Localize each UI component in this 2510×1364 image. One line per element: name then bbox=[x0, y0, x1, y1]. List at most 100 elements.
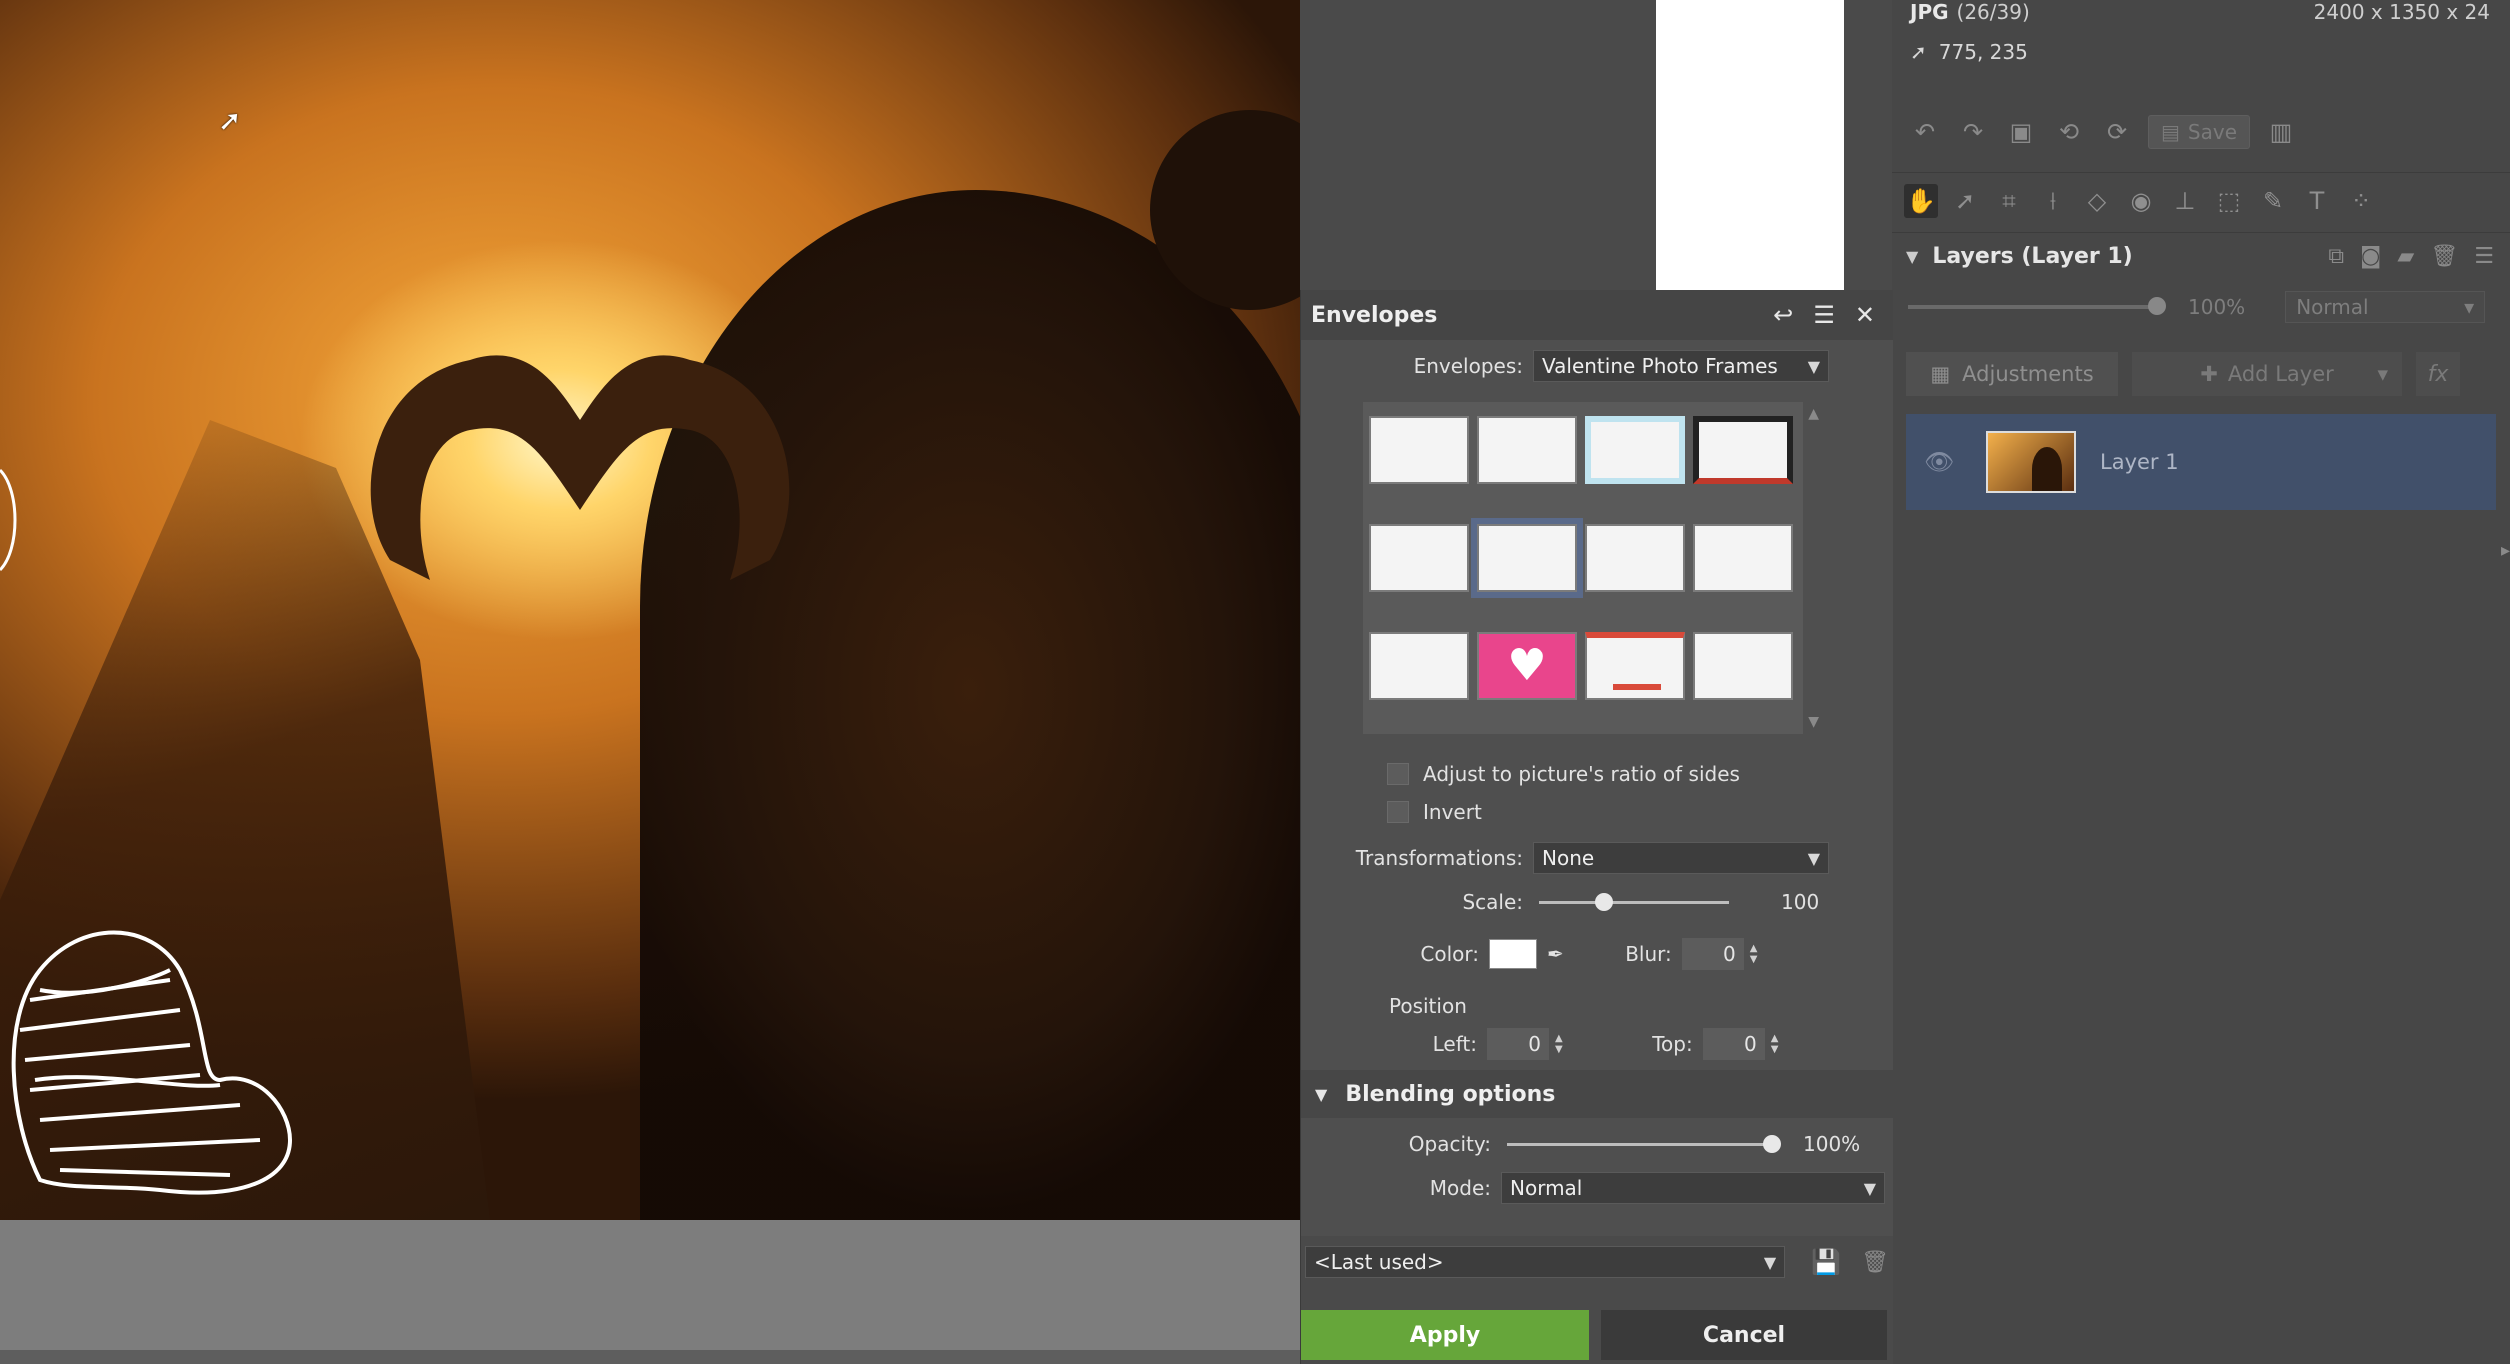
selection-tool-icon[interactable]: ⬚ bbox=[2212, 184, 2246, 218]
heart-icon: ♥ bbox=[1507, 640, 1547, 691]
frame-thumb[interactable] bbox=[1369, 632, 1469, 700]
blur-spinner[interactable]: ▲ ▼ bbox=[1750, 943, 1758, 965]
shape-tool-icon[interactable]: ⁘ bbox=[2344, 184, 2378, 218]
preset-value: <Last used> bbox=[1314, 1250, 1444, 1274]
apply-button[interactable]: Apply bbox=[1301, 1310, 1589, 1360]
layer-mask-icon[interactable]: ◙ bbox=[2360, 244, 2381, 269]
left-input[interactable]: 0 bbox=[1487, 1028, 1549, 1060]
adjust-ratio-row: Adjust to picture's ratio of sides bbox=[1387, 762, 1740, 786]
red-bar bbox=[1613, 684, 1661, 690]
opacity-slider[interactable] bbox=[1507, 1134, 1781, 1153]
layer-opacity-value: 100% bbox=[2188, 295, 2246, 319]
blur-input[interactable]: 0 bbox=[1681, 938, 1744, 970]
blending-options-header[interactable]: ▼ Blending options bbox=[1301, 1070, 1893, 1118]
layer-opacity-slider[interactable] bbox=[1908, 297, 2166, 315]
frame-thumb[interactable] bbox=[1693, 416, 1793, 484]
collapse-triangle-icon[interactable]: ▼ bbox=[1315, 1085, 1327, 1104]
adjust-ratio-checkbox[interactable] bbox=[1387, 763, 1409, 785]
layers-menu-icon[interactable]: ☰ bbox=[2474, 244, 2494, 269]
duplicate-layer-icon[interactable]: ⧉ bbox=[2328, 244, 2344, 269]
dialog-tools: ↩ ☰ ✕ bbox=[1773, 301, 1875, 329]
text-tool-icon[interactable]: T bbox=[2300, 184, 2334, 218]
adjustments-icon: ▦ bbox=[1930, 362, 1951, 386]
image-dimensions: 2400 x 1350 x 24 bbox=[2313, 0, 2490, 24]
up-arrow-icon[interactable]: ▲ bbox=[1750, 943, 1758, 954]
collapse-triangle-icon[interactable]: ▼ bbox=[1906, 247, 1918, 266]
mode-row: Mode: Normal ▼ bbox=[1301, 1172, 1891, 1204]
up-arrow-icon[interactable]: ▲ bbox=[1771, 1033, 1779, 1044]
layer-opacity-row: 100% Normal ▾ bbox=[1892, 284, 2510, 330]
close-icon[interactable]: ✕ bbox=[1855, 301, 1875, 329]
redeye-tool-icon[interactable]: ◉ bbox=[2124, 184, 2158, 218]
frame-thumb[interactable] bbox=[1369, 416, 1469, 484]
select-tool-icon[interactable]: ➚ bbox=[1948, 184, 1982, 218]
frame-thumb[interactable] bbox=[1693, 632, 1793, 700]
down-arrow-icon[interactable]: ▼ bbox=[1555, 1044, 1563, 1055]
layer-item[interactable]: 👁 Layer 1 bbox=[1906, 414, 2496, 510]
cursor-coordinates: ➚ 775, 235 bbox=[1910, 40, 2028, 64]
layer-folder-icon[interactable]: ▰ bbox=[2397, 244, 2414, 269]
frame-thumb[interactable] bbox=[1477, 416, 1577, 484]
cancel-button[interactable]: Cancel bbox=[1601, 1310, 1887, 1360]
layer-opacity-knob[interactable] bbox=[2148, 297, 2166, 315]
rotate-left-icon[interactable]: ⟲ bbox=[2052, 115, 2086, 149]
frame-thumb[interactable] bbox=[1585, 416, 1685, 484]
eyedropper-icon[interactable]: ✒ bbox=[1547, 942, 1564, 966]
crop-tool-icon[interactable]: ⌗ bbox=[1992, 184, 2026, 218]
hand-tool-icon[interactable]: ✋ bbox=[1904, 183, 1938, 218]
save-icon: ▤ bbox=[2161, 120, 2180, 144]
left-spinner[interactable]: ▲ ▼ bbox=[1555, 1033, 1563, 1055]
opacity-row: Opacity: 100% bbox=[1301, 1132, 1891, 1156]
save-as-icon[interactable]: ▥ bbox=[2264, 115, 2298, 149]
down-arrow-icon[interactable]: ▼ bbox=[1750, 954, 1758, 965]
frame-thumb[interactable]: ♥ bbox=[1477, 632, 1577, 700]
invert-checkbox[interactable] bbox=[1387, 801, 1409, 823]
top-spinner[interactable]: ▲ ▼ bbox=[1771, 1033, 1779, 1055]
frame-thumb-selected[interactable] bbox=[1471, 518, 1583, 598]
image-canvas[interactable]: ➚ bbox=[0, 0, 1300, 1364]
perspective-tool-icon[interactable]: ◇ bbox=[2080, 184, 2114, 218]
preset-select[interactable]: <Last used> ▼ bbox=[1305, 1246, 1786, 1278]
frame-thumb[interactable] bbox=[1585, 632, 1685, 700]
save-preset-icon[interactable]: 💾 bbox=[1811, 1248, 1841, 1276]
mode-select[interactable]: Normal ▼ bbox=[1501, 1172, 1885, 1204]
frame-thumb[interactable] bbox=[1585, 524, 1685, 592]
scale-knob[interactable] bbox=[1594, 892, 1613, 911]
save-button[interactable]: ▤ Save bbox=[2148, 115, 2250, 149]
add-layer-button[interactable]: ✚ Add Layer ▾ bbox=[2132, 352, 2402, 396]
effects-button[interactable]: fx bbox=[2416, 352, 2460, 396]
frame-thumb[interactable] bbox=[1369, 524, 1469, 592]
opacity-knob[interactable] bbox=[1763, 1134, 1781, 1153]
position-row: Left: 0 ▲ ▼ Top: 0 ▲ ▼ bbox=[1301, 1028, 1861, 1060]
chevron-down-icon[interactable]: ▾ bbox=[2377, 362, 2388, 386]
chevron-down-icon: ▾ bbox=[2464, 295, 2475, 319]
delete-preset-icon[interactable]: 🗑 bbox=[1861, 1250, 1889, 1275]
image-icon[interactable]: ▣ bbox=[2004, 115, 2038, 149]
scroll-down-icon[interactable]: ▼ bbox=[1808, 714, 1819, 730]
straighten-tool-icon[interactable]: ⟊ bbox=[2036, 184, 2070, 218]
stamp-tool-icon[interactable]: ⊥ bbox=[2168, 184, 2202, 218]
top-input[interactable]: 0 bbox=[1702, 1028, 1765, 1060]
frame-thumb[interactable] bbox=[1693, 524, 1793, 592]
adjustments-button[interactable]: ▦ Adjustments bbox=[1906, 352, 2118, 396]
reset-icon[interactable]: ↩ bbox=[1773, 301, 1793, 329]
visibility-eye-icon[interactable]: 👁 bbox=[1924, 448, 1964, 476]
envelopes-select[interactable]: Valentine Photo Frames ▼ bbox=[1533, 350, 1829, 382]
redo-icon[interactable]: ↷ bbox=[1956, 115, 1990, 149]
chevron-down-icon: ▼ bbox=[1807, 356, 1820, 376]
undo-icon[interactable]: ↶ bbox=[1908, 115, 1942, 149]
scroll-up-icon[interactable]: ▲ bbox=[1808, 406, 1819, 422]
expand-arrow-icon[interactable]: ▸ bbox=[2501, 540, 2510, 561]
rotate-right-icon[interactable]: ⟳ bbox=[2100, 115, 2134, 149]
down-arrow-icon[interactable]: ▼ bbox=[1771, 1044, 1779, 1055]
color-swatch[interactable] bbox=[1489, 939, 1537, 969]
layers-header[interactable]: ▼ Layers (Layer 1) ⧉ ◙ ▰ 🗑 ☰ bbox=[1892, 232, 2510, 280]
brush-tool-icon[interactable]: ✎ bbox=[2256, 184, 2290, 218]
up-arrow-icon[interactable]: ▲ bbox=[1555, 1033, 1563, 1044]
transformations-select[interactable]: None ▼ bbox=[1533, 842, 1829, 874]
menu-icon[interactable]: ☰ bbox=[1813, 301, 1835, 329]
layer-blend-mode-select[interactable]: Normal ▾ bbox=[2285, 291, 2486, 323]
layers-title: Layers (Layer 1) bbox=[1932, 244, 2133, 269]
scale-slider[interactable] bbox=[1539, 892, 1729, 911]
delete-layer-icon[interactable]: 🗑 bbox=[2430, 244, 2458, 269]
